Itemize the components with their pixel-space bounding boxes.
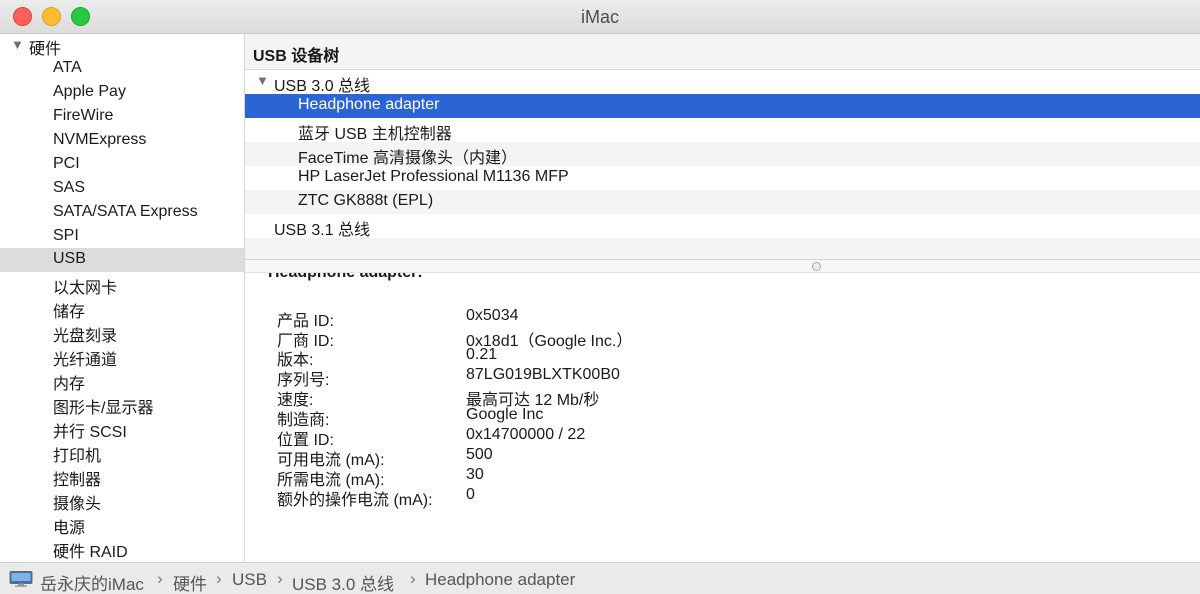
sidebar-item-label: SPI bbox=[53, 227, 79, 244]
divider-handle-icon[interactable] bbox=[812, 262, 821, 271]
sidebar-item-label: 控制器 bbox=[53, 472, 102, 489]
sidebar-item-pci[interactable]: PCI bbox=[0, 153, 244, 177]
disclosure-triangle-icon[interactable]: ▼ bbox=[11, 37, 24, 52]
tree-row-usb31-bus[interactable]: USB 3.1 总线 bbox=[245, 214, 1200, 239]
prop-value: 0.21 bbox=[466, 346, 498, 363]
sidebar-group-label: 硬件 bbox=[29, 41, 62, 58]
sidebar-item-label: USB bbox=[53, 250, 86, 267]
prop-value: 30 bbox=[466, 466, 484, 483]
window-title: iMac bbox=[580, 7, 619, 27]
tree-row-ztc-printer[interactable]: ZTC GK888t (EPL) bbox=[245, 190, 1200, 214]
sidebar-item-spi[interactable]: SPI bbox=[0, 225, 244, 249]
sidebar-item-label: 并行 SCSI bbox=[53, 424, 127, 441]
sidebar-item-sata[interactable]: SATA/SATA Express bbox=[0, 201, 244, 225]
tree-row-label: ZTC GK888t (EPL) bbox=[298, 192, 434, 209]
sidebar-item-camera[interactable]: 摄像头 bbox=[0, 488, 244, 513]
prop-value: 0x5034 bbox=[466, 307, 519, 324]
sidebar-item-disc-burning[interactable]: 光盘刻录 bbox=[0, 320, 244, 345]
prop-value: 0x14700000 / 22 bbox=[466, 426, 586, 443]
prop-label: 额外的操作电流 (mA): bbox=[277, 492, 433, 509]
sidebar-group-hardware[interactable]: ▼ 硬件 bbox=[0, 34, 244, 58]
sidebar-item-storage[interactable]: 储存 bbox=[0, 296, 244, 321]
sidebar-item-hardware-raid[interactable]: 硬件 RAID bbox=[0, 536, 244, 561]
sidebar-item-label: 储存 bbox=[53, 304, 86, 321]
sidebar: ▼ 硬件 ATA Apple Pay FireWire NVMExpress P… bbox=[0, 34, 245, 562]
sidebar-item-fibre-channel[interactable]: 光纤通道 bbox=[0, 344, 244, 369]
chevron-right-icon: › bbox=[216, 569, 222, 588]
usb-tree-header-label: USB 设备树 bbox=[253, 48, 340, 65]
sidebar-item-label: Apple Pay bbox=[53, 83, 126, 100]
sidebar-item-power[interactable]: 电源 bbox=[0, 512, 244, 537]
breadcrumb-headphone-adapter[interactable]: Headphone adapter bbox=[425, 570, 575, 590]
sidebar-item-ethernet[interactable]: 以太网卡 bbox=[0, 272, 244, 297]
tree-row-label: USB 3.1 总线 bbox=[274, 222, 371, 239]
sidebar-item-label: SAS bbox=[53, 179, 86, 196]
sidebar-item-label: 摄像头 bbox=[53, 496, 102, 513]
sidebar-item-label: SATA/SATA Express bbox=[53, 203, 198, 220]
title-bar: iMac bbox=[0, 0, 1200, 34]
sidebar-item-graphics-displays[interactable]: 图形卡/显示器 bbox=[0, 392, 244, 417]
sidebar-item-firewire[interactable]: FireWire bbox=[0, 105, 244, 129]
detail-title: Headphone adapter: bbox=[268, 273, 423, 282]
sidebar-item-label: 内存 bbox=[53, 376, 86, 393]
sidebar-item-label: 光纤通道 bbox=[53, 352, 118, 369]
path-bar: 岳永庆的iMac › 硬件 › USB › USB 3.0 总线 › Headp… bbox=[0, 562, 1200, 594]
imac-icon bbox=[9, 571, 33, 587]
prop-value: 500 bbox=[466, 446, 493, 463]
chevron-right-icon: › bbox=[277, 569, 283, 588]
disclosure-triangle-icon[interactable]: ▼ bbox=[256, 73, 269, 88]
sidebar-item-label: NVMExpress bbox=[53, 131, 147, 148]
breadcrumb-computer[interactable]: 岳永庆的iMac bbox=[40, 570, 144, 594]
tree-row-usb30-bus[interactable]: ▼ USB 3.0 总线 bbox=[245, 70, 1200, 95]
sidebar-item-apple-pay[interactable]: Apple Pay bbox=[0, 81, 244, 105]
sidebar-item-label: PCI bbox=[53, 155, 80, 172]
split-view-divider[interactable] bbox=[245, 259, 1200, 273]
sidebar-item-parallel-scsi[interactable]: 并行 SCSI bbox=[0, 416, 244, 441]
sidebar-item-label: 光盘刻录 bbox=[53, 328, 118, 345]
chevron-right-icon: › bbox=[410, 569, 416, 588]
usb-device-tree: ▼ USB 3.0 总线 Headphone adapter 蓝牙 USB 主机… bbox=[245, 70, 1200, 260]
sidebar-item-label: 打印机 bbox=[53, 448, 102, 465]
sidebar-item-label: 电源 bbox=[53, 520, 86, 537]
tree-row-hp-printer[interactable]: HP LaserJet Professional M1136 MFP bbox=[245, 166, 1200, 190]
sidebar-item-label: ATA bbox=[53, 59, 82, 76]
tree-row-label: 蓝牙 USB 主机控制器 bbox=[298, 126, 452, 143]
tree-row-empty bbox=[245, 238, 1200, 260]
tree-row-label: FaceTime 高清摄像头（内建） bbox=[298, 150, 517, 167]
sidebar-item-sas[interactable]: SAS bbox=[0, 177, 244, 201]
tree-row-headphone-adapter[interactable]: Headphone adapter bbox=[245, 94, 1200, 118]
sidebar-item-label: 以太网卡 bbox=[53, 280, 118, 297]
sidebar-item-usb[interactable]: USB bbox=[0, 248, 244, 272]
tree-row-label: USB 3.0 总线 bbox=[274, 78, 371, 95]
sidebar-item-label: FireWire bbox=[53, 107, 114, 124]
sidebar-item-label: 图形卡/显示器 bbox=[53, 400, 154, 417]
tree-row-label: HP LaserJet Professional M1136 MFP bbox=[298, 168, 569, 185]
breadcrumb-usb[interactable]: USB bbox=[232, 570, 267, 590]
sidebar-item-nvmexpress[interactable]: NVMExpress bbox=[0, 129, 244, 153]
breadcrumb-usb30-bus[interactable]: USB 3.0 总线 bbox=[292, 570, 394, 594]
usb-tree-header: USB 设备树 bbox=[245, 34, 1200, 70]
sidebar-item-label: 硬件 RAID bbox=[53, 544, 128, 561]
breadcrumb-hardware[interactable]: 硬件 bbox=[173, 570, 207, 594]
tree-row-facetime-camera[interactable]: FaceTime 高清摄像头（内建） bbox=[245, 142, 1200, 167]
prop-value: Google Inc bbox=[466, 406, 544, 423]
sidebar-item-printers[interactable]: 打印机 bbox=[0, 440, 244, 465]
device-detail-pane: Headphone adapter: 产品 ID: 0x5034 厂商 ID: … bbox=[245, 273, 1200, 562]
tree-row-label: Headphone adapter bbox=[298, 96, 440, 113]
sidebar-item-controller[interactable]: 控制器 bbox=[0, 464, 244, 489]
tree-row-bluetooth-controller[interactable]: 蓝牙 USB 主机控制器 bbox=[245, 118, 1200, 143]
chevron-right-icon: › bbox=[157, 569, 163, 588]
sidebar-item-memory[interactable]: 内存 bbox=[0, 368, 244, 393]
sidebar-item-ata[interactable]: ATA bbox=[0, 57, 244, 81]
prop-value: 87LG019BLXTK00B0 bbox=[466, 366, 620, 383]
prop-value: 0 bbox=[466, 486, 475, 503]
